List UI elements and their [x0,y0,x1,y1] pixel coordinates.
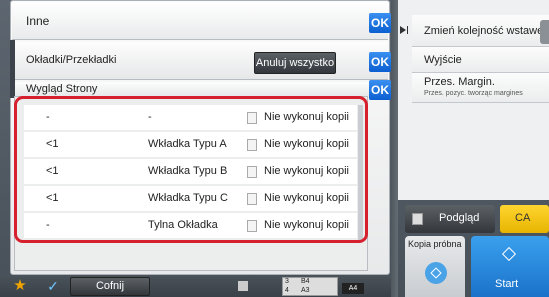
paper-status: 3 4 B4 A3 [282,277,338,296]
exit-label: Wyjście [424,54,462,66]
margin-title: Przes. Margin. [424,76,495,88]
paper-size-badge: A4 [342,283,364,294]
page-title: Inne [26,14,50,28]
tray-num-3: 3 [285,278,289,285]
page-look-label: Wygląd Strony [26,83,98,95]
tray-icon [238,281,248,291]
covers-label: Okładki/Przekładki [26,54,117,66]
right-divider [391,0,398,297]
tray-size-b4: B4 [301,278,310,285]
title-bar: Inne [12,2,388,40]
collapse-toggle-bar [407,26,408,34]
tray-size-a3: A3 [301,287,310,294]
start-label: Start [495,278,519,290]
scroll-tab[interactable] [540,20,549,44]
tray-num-4: 4 [285,287,289,294]
start-diamond-icon [501,246,517,262]
ca-button[interactable]: CA [500,205,549,233]
collapse-toggle-icon[interactable] [400,26,406,34]
back-button[interactable]: Cofnij [70,277,150,296]
margin-shift-button[interactable]: Przes. Margin. Przes. pozyc. tworząc mar… [412,73,549,103]
highlight-box [14,96,368,243]
exit-button[interactable]: Wyjście [412,47,549,73]
check-icon[interactable]: ✓ [42,276,64,296]
cancel-all-button[interactable]: Anuluj wszystko [254,52,336,74]
ca-label: CA [515,212,531,224]
preview-button[interactable]: Podgląd [405,205,495,233]
sample-copy-label: Kopia próbna [408,239,462,249]
ok-button-covers[interactable]: OK [369,52,391,72]
preview-label: Podgląd [439,212,480,224]
page-look-row[interactable]: Wygląd Strony [12,82,388,97]
left-edge-strip [10,40,15,98]
change-order-label: Zmień kolejność wstawek [424,25,549,37]
ok-button-title[interactable]: OK [369,13,391,33]
ok-button-page-look[interactable]: OK [369,80,391,100]
sample-copy-button[interactable]: Kopia próbna [405,236,465,297]
margin-subtitle: Przes. pozyc. tworząc margines [424,90,523,97]
start-button[interactable]: Start [471,236,549,297]
change-order-button[interactable]: Zmień kolejność wstawek [412,15,549,47]
favorite-star-icon[interactable]: ★ [10,276,30,296]
preview-icon [412,213,423,225]
